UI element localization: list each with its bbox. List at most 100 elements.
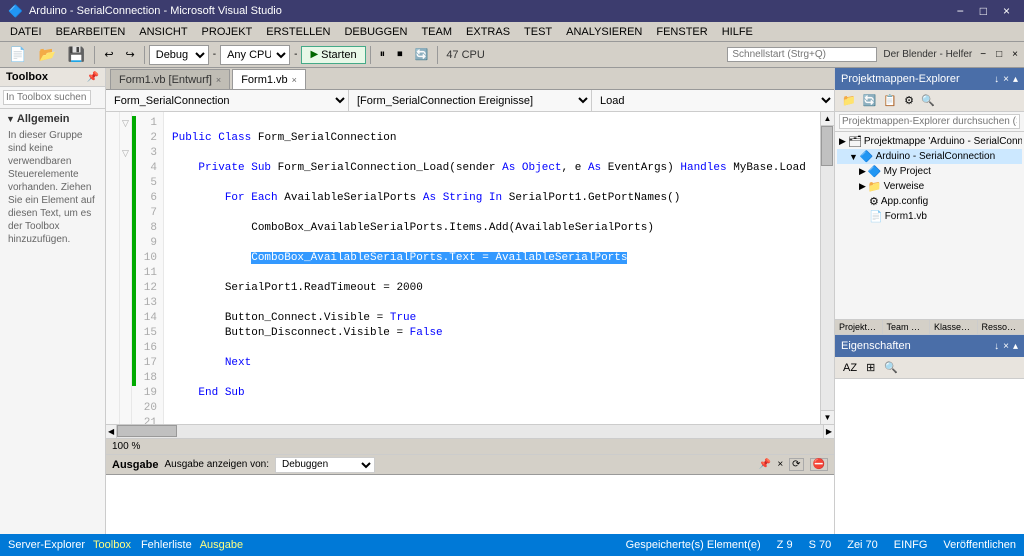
tab-form-code-close[interactable]: × <box>292 75 297 85</box>
tree-item-project[interactable]: ▼ 🔷 Arduino - SerialConnection <box>837 149 1022 164</box>
se-tab-ressourcen[interactable]: Ressourcean... <box>978 320 1024 334</box>
menu-projekt[interactable]: PROJEKT <box>196 24 259 40</box>
menu-bearbeiten[interactable]: BEARBEITEN <box>50 24 132 40</box>
solution-explorer-search-input[interactable] <box>839 114 1020 129</box>
minimize-button[interactable]: − <box>951 4 970 18</box>
se-btn-5[interactable]: 🔍 <box>918 92 938 109</box>
status-left: Server-Explorer Toolbox <box>8 539 131 551</box>
menu-analysieren[interactable]: ANALYSIEREN <box>560 24 648 40</box>
close-button[interactable]: × <box>997 4 1016 18</box>
menu-hilfe[interactable]: HILFE <box>716 24 759 40</box>
code-text-area[interactable]: Public Class Form_SerialConnection Priva… <box>164 112 820 424</box>
hscroll-thumb[interactable] <box>117 425 177 437</box>
menu-debuggen[interactable]: DEBUGGEN <box>338 24 413 40</box>
menu-ansicht[interactable]: ANSICHT <box>133 24 193 40</box>
hscroll-right[interactable]: ▶ <box>823 425 834 438</box>
toolbar-debug-1[interactable]: ⏸ <box>375 45 391 64</box>
menu-erstellen[interactable]: ERSTELLEN <box>260 24 336 40</box>
menu-test[interactable]: TEST <box>518 24 558 40</box>
title-bar: 🔷 Arduino - SerialConnection - Microsoft… <box>0 0 1024 22</box>
toolbox-tab[interactable]: Toolbox <box>93 539 131 551</box>
quick-search-input[interactable] <box>727 47 877 62</box>
tree-myproject-label: My Project <box>884 166 931 177</box>
minimize-panel[interactable]: − <box>978 49 988 60</box>
toolbar-undo[interactable]: ↩ <box>99 45 118 64</box>
tree-item-solution[interactable]: ▶ 🗂 Projektmappe 'Arduino - SerialConnec… <box>837 134 1022 149</box>
class-dropdown[interactable]: Form_SerialConnection <box>106 90 349 111</box>
se-btn-1[interactable]: 📁 <box>839 92 859 109</box>
toolbar-debug-2[interactable]: ⏹ <box>392 45 408 64</box>
method-dropdown[interactable]: [Form_SerialConnection Ereignisse] <box>349 90 592 111</box>
cpu-mode-select[interactable]: Any CPU <box>220 45 290 65</box>
prop-arrow[interactable]: ▴ <box>1013 341 1018 352</box>
menu-extras[interactable]: EXTRAS <box>460 24 516 40</box>
debug-mode-select[interactable]: Debug <box>149 45 209 65</box>
toolbar-debug-3[interactable]: 🔄 <box>410 45 434 64</box>
title-bar-controls[interactable]: − □ × <box>951 4 1016 18</box>
prop-search[interactable]: 🔍 <box>880 359 902 376</box>
code-line-11: SerialPort1.ReadTimeout = 2000 <box>172 282 423 294</box>
tree-item-verweise[interactable]: ▶ 📁 Verweise <box>837 179 1022 194</box>
menu-fenster[interactable]: FENSTER <box>650 24 713 40</box>
se-btn-3[interactable]: 📋 <box>880 92 900 109</box>
output-pin[interactable]: 📌 <box>759 459 771 470</box>
prop-btn-2[interactable]: ⊞ <box>862 359 879 376</box>
collapse-2[interactable]: ▽ <box>120 146 131 161</box>
se-close[interactable]: × <box>1003 74 1009 85</box>
start-button[interactable]: ▶ Starten <box>301 46 365 64</box>
close-panel[interactable]: × <box>1010 49 1020 60</box>
tree-item-myproject[interactable]: ▶ 🔷 My Project <box>837 164 1022 179</box>
tree-item-form1vb[interactable]: 📄 Form1.vb <box>837 209 1022 224</box>
hscroll-left[interactable]: ◀ <box>106 425 117 438</box>
toolbar-save[interactable]: 💾 <box>63 43 90 66</box>
toolbox-search-area <box>0 87 105 109</box>
toolbar-redo[interactable]: ↪ <box>121 45 140 64</box>
tab-form-design[interactable]: Form1.vb [Entwurf] × <box>110 69 230 89</box>
se-tab-projektmap[interactable]: Projektmap... <box>835 320 883 334</box>
collapse-column: ▽ ▽ <box>120 112 132 424</box>
se-tab-team[interactable]: Team Explor... <box>883 320 931 334</box>
se-btn-4[interactable]: ⚙ <box>901 92 917 109</box>
scroll-track[interactable] <box>821 126 834 410</box>
ausgabe-tab[interactable]: Ausgabe <box>200 539 243 551</box>
scroll-down-button[interactable]: ▼ <box>821 410 834 424</box>
hscroll-track[interactable] <box>117 425 823 438</box>
prop-close[interactable]: × <box>1003 341 1009 352</box>
server-explorer-tab[interactable]: Server-Explorer <box>8 539 85 551</box>
output-toolbar-btn1[interactable]: ⟳ <box>789 458 803 471</box>
tree-item-appconfig[interactable]: ⚙ App.config <box>837 194 1022 209</box>
output-close[interactable]: × <box>777 459 783 470</box>
menu-datei[interactable]: DATEI <box>4 24 48 40</box>
se-btn-2[interactable]: 🔄 <box>860 92 880 109</box>
collapse-1[interactable]: ▽ <box>120 116 131 131</box>
se-tab-klassen[interactable]: Klassenansicht <box>930 320 978 334</box>
class-method-dropdowns: Form_SerialConnection [Form_SerialConnec… <box>106 90 834 112</box>
editor-hscroll[interactable]: ◀ ▶ <box>106 424 834 438</box>
tab-form-design-close[interactable]: × <box>216 75 221 85</box>
se-arrow[interactable]: ▴ <box>1013 74 1018 85</box>
scroll-thumb[interactable] <box>821 126 833 166</box>
solution-explorer-title: Projektmappen-Explorer <box>841 73 960 85</box>
code-line-14: Button_Disconnect.Visible = False <box>172 327 443 339</box>
tab-form-code-label: Form1.vb <box>241 74 287 86</box>
zoom-level[interactable]: 100 % <box>112 441 140 452</box>
prop-btn-1[interactable]: AZ <box>839 360 861 376</box>
menu-team[interactable]: TEAM <box>415 24 458 40</box>
tab-form-code[interactable]: Form1.vb × <box>232 69 306 89</box>
output-source-select[interactable]: Debuggen <box>275 457 375 473</box>
toolbar-new[interactable]: 📄 <box>4 43 31 66</box>
prop-pin[interactable]: ↓ <box>994 341 999 352</box>
toolbox-group-label[interactable]: ▼ Allgemein <box>6 113 99 125</box>
scroll-up-button[interactable]: ▲ <box>821 112 834 126</box>
toolbox-search-input[interactable] <box>3 90 91 105</box>
output-toolbar-btn2[interactable]: ⛔ <box>810 458 828 471</box>
toolbar-open[interactable]: 📂 <box>33 43 60 66</box>
event-dropdown[interactable]: Load <box>592 90 834 111</box>
editor-vscroll[interactable]: ▲ ▼ <box>820 112 834 424</box>
toolbar-sep-6 <box>437 46 438 64</box>
toolbox-pin[interactable]: 📌 <box>87 72 99 83</box>
fehlerliste-tab[interactable]: Fehlerliste <box>141 539 192 551</box>
restore-panel[interactable]: □ <box>994 49 1004 60</box>
se-pin[interactable]: ↓ <box>994 74 999 85</box>
maximize-button[interactable]: □ <box>974 4 993 18</box>
